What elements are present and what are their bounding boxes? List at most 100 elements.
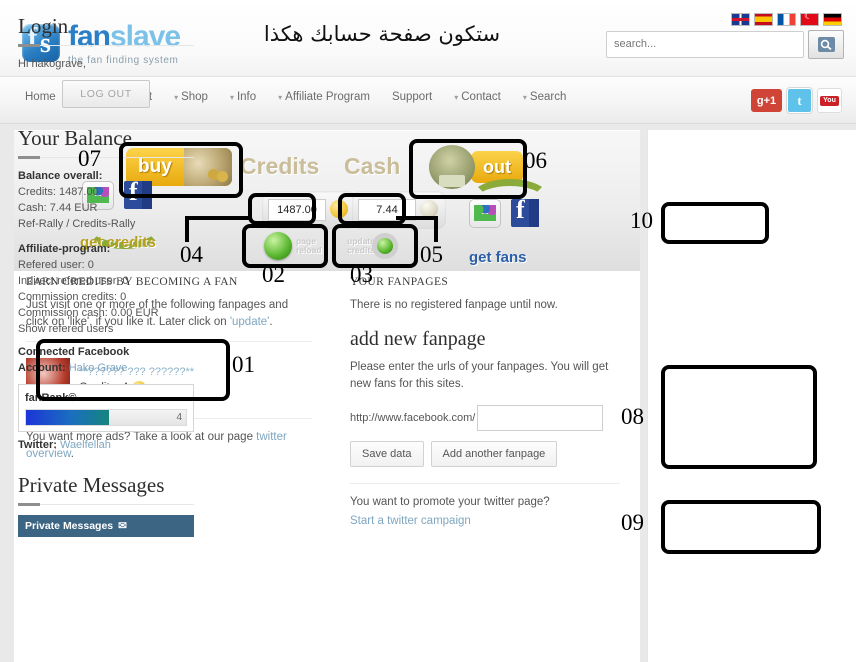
fanrank-value: 4 <box>176 412 182 423</box>
private-messages-heading: Private Messages <box>18 473 165 497</box>
show-refered-users-link[interactable]: Show refered users <box>18 321 194 337</box>
search-input[interactable] <box>607 32 803 55</box>
twitter-value[interactable]: Waelfellah <box>60 439 111 451</box>
fanpages-section: YOUR FANPAGES There is no registered fan… <box>350 276 620 540</box>
fanpage-url-input[interactable] <box>477 405 604 431</box>
account-value[interactable]: Hako Grave <box>69 362 128 374</box>
nav-item-affiliate-program[interactable]: ▾ Affiliate Program <box>278 91 370 103</box>
twitter-glyph: t <box>797 92 802 108</box>
annotation-number-09: 09 <box>621 510 644 535</box>
annotation-number-01: 01 <box>232 352 255 377</box>
rally-link[interactable]: Ref-Rally / Credits-Rally <box>18 216 194 232</box>
login-heading: Login <box>18 14 69 38</box>
nav-item-contact[interactable]: ▾ Contact <box>454 91 501 103</box>
search-button[interactable] <box>808 30 844 59</box>
flag-de-icon[interactable] <box>823 13 842 26</box>
fanrank-box: fanRank© 4 <box>18 384 194 432</box>
refered-user-line: Refered user: 0 <box>18 259 94 271</box>
get-fans-arrow-icon <box>470 179 550 219</box>
youtube-icon[interactable]: You <box>817 88 842 113</box>
nav-label-3: Info <box>236 91 257 103</box>
fanpage-url-row: http://www.facebook.com/ <box>350 405 620 431</box>
nav-label-6: Contact <box>461 91 501 103</box>
flag-tr-icon[interactable] <box>800 11 819 26</box>
affiliate-block: Affiliate-program: Refered user: 0 Indir… <box>18 241 194 337</box>
annotation-number-07: 07 <box>78 146 101 171</box>
chevron-down-icon-4: ▾ <box>278 93 283 102</box>
start-twitter-campaign-link[interactable]: Start a twitter campaign <box>350 515 471 527</box>
envelope-icon: ✉ <box>118 520 127 532</box>
balance-rule <box>18 156 194 159</box>
chevron-down-icon-3: ▾ <box>229 93 234 102</box>
twitter-icon[interactable]: t <box>787 88 812 113</box>
add-new-fanpage-heading: add new fanpage <box>350 328 486 350</box>
annotation-number-03: 03 <box>350 262 373 287</box>
url-prefix-label: http://www.facebook.com/ <box>350 412 476 424</box>
annotation-number-06: 06 <box>524 148 547 173</box>
get-fans-label: get fans <box>469 249 527 266</box>
annotation-number-02: 02 <box>262 262 285 287</box>
cash-banner-label: Cash <box>344 153 401 179</box>
login-rule <box>18 44 194 47</box>
balance-cash-line: Cash: 7.44 EUR <box>18 202 98 214</box>
happy-person-photo-icon <box>429 145 475 189</box>
annotation-leader-05-v <box>434 216 438 242</box>
search-field-wrap[interactable] <box>606 31 804 58</box>
commission-credits-line: Commission credits: 0 <box>18 291 127 303</box>
annotation-number-04: 04 <box>180 242 203 267</box>
magnifier-icon <box>817 37 835 52</box>
affiliate-program-label: Affiliate-program: <box>18 243 111 255</box>
gear-refresh-icon <box>371 233 398 259</box>
add-another-fanpage-button[interactable]: Add another fanpage <box>430 441 558 467</box>
annotation-number-08: 08 <box>621 404 644 429</box>
gold-coin-icon <box>330 200 348 218</box>
out-button-label: out <box>483 156 511 177</box>
nav-item-info[interactable]: ▾ Info <box>230 91 256 103</box>
nav-label-4: Affiliate Program <box>285 91 370 103</box>
reload-label-2: reload <box>296 245 322 255</box>
indirect-refered-user-line: Indirect refered user: 0 <box>18 275 129 287</box>
nav-item-search[interactable]: ▾ Search <box>523 91 566 103</box>
intro-text-2: . <box>269 316 273 328</box>
update-credits-button[interactable]: update credits <box>347 231 398 261</box>
page-reload-button[interactable]: page reload <box>264 231 322 261</box>
annotation-number-05: 05 <box>420 242 443 267</box>
pm-bar-label: Private Messages <box>25 520 114 532</box>
social-buttons: g +1 t You <box>751 88 842 113</box>
fanpage-buttons: Save data Add another fanpage <box>350 441 620 467</box>
twitter-label: Twitter: <box>18 439 57 451</box>
promote-twitter-text: You want to promote your twitter page? <box>350 496 550 508</box>
nav-label-7: Search <box>529 91 567 103</box>
account-label: Account: <box>18 362 66 374</box>
youtube-glyph: You <box>820 95 839 106</box>
flag-es-icon[interactable] <box>754 13 773 26</box>
flag-uk-icon[interactable] <box>731 13 750 26</box>
balance-heading: Your Balance <box>18 126 132 150</box>
fanrank-label: fanRank© <box>25 392 77 404</box>
chevron-down-icon-7: ▾ <box>522 93 527 102</box>
balance-overall-label: Balance overall: <box>18 170 103 182</box>
nav-item-support[interactable]: Support <box>392 91 432 103</box>
gplus-count-label: +1 <box>763 94 777 107</box>
commission-cash-line: Commission cash: 0.00 EUR <box>18 307 159 319</box>
divider-3 <box>350 483 620 484</box>
connected-facebook-label: Connected Facebook <box>18 346 130 358</box>
sidebar-content: Login Hi hakograve, LOG OUT Your Balance… <box>18 14 194 537</box>
cash-meter: 7.44 <box>352 191 446 229</box>
fanrank-progress-fill <box>26 410 110 425</box>
annotation-leader-04-h <box>185 216 251 220</box>
save-data-button[interactable]: Save data <box>350 441 424 467</box>
credits-value: 1487.00 <box>268 199 326 221</box>
credits-banner-label: Credits <box>240 153 320 179</box>
language-flags[interactable] <box>731 11 842 26</box>
arabic-page-title: ستكون صفحة حسابك هكذا <box>263 22 501 46</box>
update-label-2: credits <box>347 245 375 255</box>
google-plus-one-icon[interactable]: g +1 <box>751 89 782 112</box>
update-link[interactable]: 'update' <box>230 316 270 328</box>
logout-button[interactable]: LOG OUT <box>62 80 150 108</box>
flag-fr-icon[interactable] <box>777 13 796 26</box>
refresh-icon <box>264 232 292 260</box>
nav-label-5: Support <box>391 91 433 103</box>
private-messages-bar[interactable]: Private Messages ✉ <box>18 515 194 537</box>
annotation-leader-04-v <box>185 216 189 242</box>
